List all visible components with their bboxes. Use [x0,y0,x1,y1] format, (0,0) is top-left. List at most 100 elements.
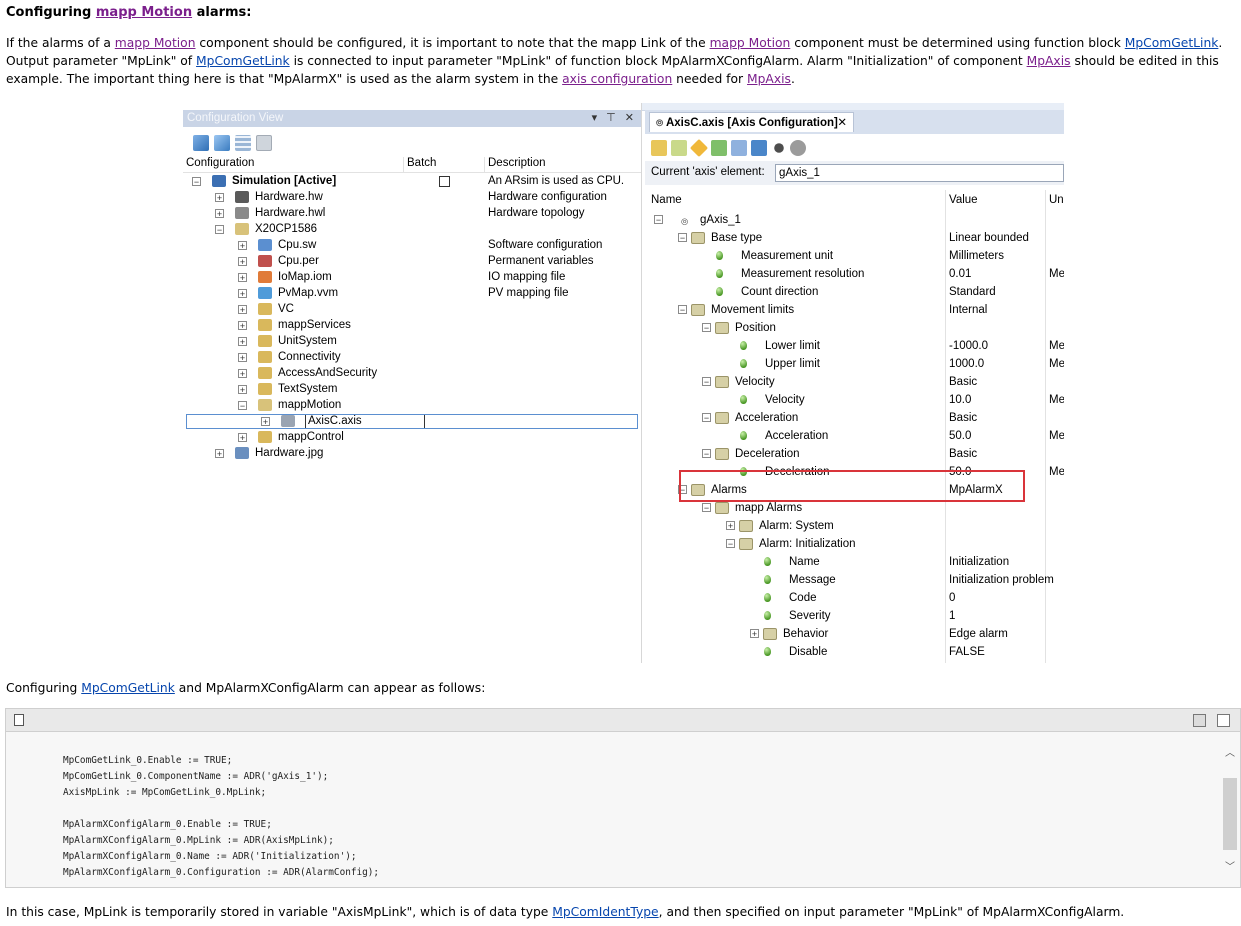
property-row[interactable]: + Behavior Edge alarm [645,625,1064,643]
magic-icon[interactable] [671,140,687,156]
property-row[interactable]: Measurement unit Millimeters [645,247,1064,265]
tree-row[interactable]: − Simulation [Active] An ARsim is used as … [183,173,641,189]
property-row[interactable]: Upper limit 1000.0 Me [645,355,1064,373]
property-row[interactable]: − Position [645,319,1064,337]
tree-row[interactable]: + Hardware.hwl Hardware topology [183,205,641,221]
mapp-motion-link[interactable]: mapp Motion [115,36,196,50]
tree-row[interactable]: − mappMotion [183,397,641,413]
collapse-icon[interactable]: − [702,377,711,387]
mpaxis-link[interactable]: MpAxis [747,72,791,86]
element-select[interactable]: gAxis_1 [775,164,1064,182]
col-unit[interactable]: Uni [1049,194,1064,206]
collapse-icon[interactable]: − [702,323,711,333]
expand-icon[interactable]: + [238,321,247,331]
col-description[interactable]: Description [488,157,546,173]
expand-icon[interactable]: + [238,273,247,283]
wand-icon[interactable] [651,140,667,156]
property-row[interactable]: Name Initialization [645,553,1064,571]
collapse-icon[interactable]: − [726,539,735,549]
configure-icon[interactable] [193,135,209,151]
sort-up-icon[interactable] [751,140,767,156]
pane-window-buttons[interactable]: ▾ ⊤ ✕ [592,110,637,127]
scrollbar-thumb[interactable] [1223,778,1237,850]
diamond-icon[interactable] [689,138,709,158]
col-batch[interactable]: Batch [407,157,436,173]
mpcomgetlink-link[interactable]: MpComGetLink [196,54,290,68]
property-row[interactable]: Count direction Standard [645,283,1064,301]
property-row[interactable]: Measurement resolution 0.01 Me [645,265,1064,283]
expand-icon[interactable]: + [238,433,247,443]
expand-icon[interactable]: + [726,521,735,531]
mapp-motion-link[interactable]: mapp Motion [96,5,192,20]
chevron-up-icon[interactable]: ︿ [1225,744,1235,759]
minimize-icon[interactable] [1193,714,1206,727]
code-scrollbar[interactable]: ︿ ﹀ [1222,744,1238,874]
tree-row[interactable]: + VC [183,301,641,317]
batch-checkbox[interactable] [439,176,450,187]
table-icon[interactable] [235,135,251,151]
tree-row[interactable]: + Hardware.jpg [183,445,641,461]
expand-icon[interactable]: + [215,193,224,203]
collapse-icon[interactable]: − [678,233,687,243]
leaf-icon[interactable] [711,140,727,156]
property-row[interactable]: − Base type Linear bounded [645,229,1064,247]
expand-icon[interactable]: + [238,257,247,267]
expand-icon[interactable]: + [238,337,247,347]
expand-icon[interactable]: + [215,209,224,219]
tree-row[interactable]: − X20CP1586 [183,221,641,237]
property-row[interactable]: − Velocity Basic [645,373,1064,391]
expand-icon[interactable]: + [238,305,247,315]
document-icon[interactable] [14,714,24,726]
expand-icon[interactable]: + [238,385,247,395]
tree-row[interactable]: + Connectivity [183,349,641,365]
property-row[interactable]: − Alarm: Initialization [645,535,1064,553]
collapse-icon[interactable]: − [702,503,711,513]
property-row[interactable]: Disable FALSE [645,643,1064,661]
expand-icon[interactable]: + [238,241,247,251]
expand-icon[interactable]: + [238,369,247,379]
tab-axis-configuration[interactable]: ⦾ AxisC.axis [Axis Configuration] ✕ [649,112,854,132]
property-row[interactable]: Acceleration 50.0 Me [645,427,1064,445]
col-configuration[interactable]: Configuration [186,157,254,173]
tree-row[interactable]: + Cpu.sw Software configuration [183,237,641,253]
property-row[interactable]: − Acceleration Basic [645,409,1064,427]
property-row[interactable]: − ⦾ gAxis_1 [645,211,1064,229]
tree-row[interactable]: + mappServices [183,317,641,333]
collapse-icon[interactable]: − [238,401,247,411]
close-icon[interactable]: ✕ [837,113,847,133]
record-icon[interactable] [774,143,784,153]
property-row[interactable]: − Deceleration Basic [645,445,1064,463]
cube-icon[interactable] [214,135,230,151]
tree-row[interactable]: + mappControl [183,429,641,445]
mpaxis-link[interactable]: MpAxis [1027,54,1071,68]
collapse-icon[interactable]: − [678,305,687,315]
col-value[interactable]: Value [949,194,978,206]
property-row[interactable]: Velocity 10.0 Me [645,391,1064,409]
tree-row[interactable]: + TextSystem [183,381,641,397]
property-row[interactable]: Lower limit -1000.0 Me [645,337,1064,355]
tree-row[interactable]: + UnitSystem [183,333,641,349]
property-row[interactable]: Severity 1 [645,607,1064,625]
tree-row[interactable]: + Cpu.per Permanent variables [183,253,641,269]
expand-icon[interactable]: + [750,629,759,639]
property-row[interactable]: + Alarm: System [645,517,1064,535]
mpcomgetlink-link[interactable]: MpComGetLink [81,681,175,695]
maximize-icon[interactable] [1217,714,1230,727]
col-name[interactable]: Name [651,194,682,206]
property-row[interactable]: Code 0 [645,589,1064,607]
sort-down-icon[interactable] [731,140,747,156]
mpcomidenttype-link[interactable]: MpComIdentType [552,905,658,919]
expand-icon[interactable]: + [238,353,247,363]
expand-icon[interactable]: + [215,449,224,459]
collapse-icon[interactable]: − [192,177,201,187]
axis-configuration-link[interactable]: axis configuration [562,72,672,86]
tree-row[interactable]: + IoMap.iom IO mapping file [183,269,641,285]
collapse-icon[interactable]: − [215,225,224,235]
expand-icon[interactable]: + [238,289,247,299]
link-icon[interactable] [790,140,806,156]
mapp-motion-link[interactable]: mapp Motion [710,36,791,50]
tree-row[interactable]: + AccessAndSecurity [183,365,641,381]
mpcomgetlink-link[interactable]: MpComGetLink [1125,36,1219,50]
property-row[interactable]: Message Initialization problem [645,571,1064,589]
collapse-icon[interactable]: − [702,449,711,459]
